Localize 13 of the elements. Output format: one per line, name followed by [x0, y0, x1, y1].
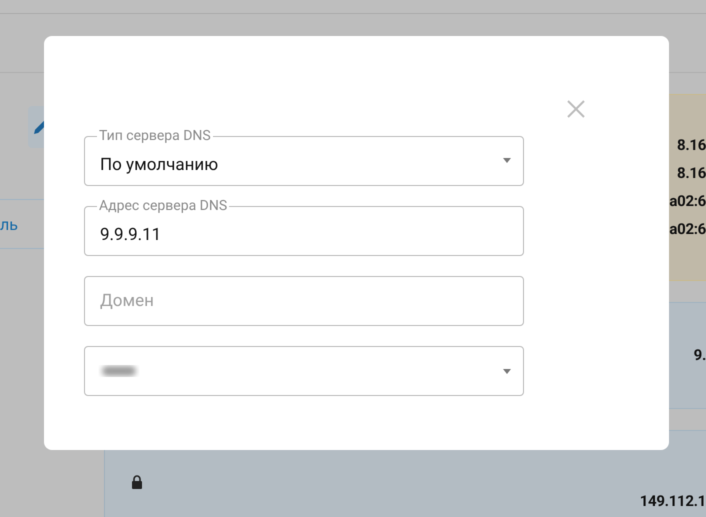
field-label: Тип сервера DNS	[98, 128, 212, 144]
address-text: 8.16	[677, 135, 706, 156]
address-text: 8.16	[677, 163, 706, 184]
field-value: 9.9.9.11	[100, 225, 162, 245]
address-text: 149.112.1	[640, 491, 706, 512]
field-label: Адрес сервера DNS	[98, 198, 228, 214]
field-value: По умолчанию	[100, 155, 218, 175]
placeholder-text: Домен	[100, 291, 154, 311]
address-text: a02:6	[669, 219, 706, 240]
select-field[interactable]: Тип сервера DNS По умолчанию	[84, 128, 524, 186]
text-field[interactable]: Адрес сервера DNS 9.9.9.11	[84, 198, 524, 256]
address-text: a02:6	[669, 191, 706, 212]
address-text: 9.	[694, 345, 706, 366]
